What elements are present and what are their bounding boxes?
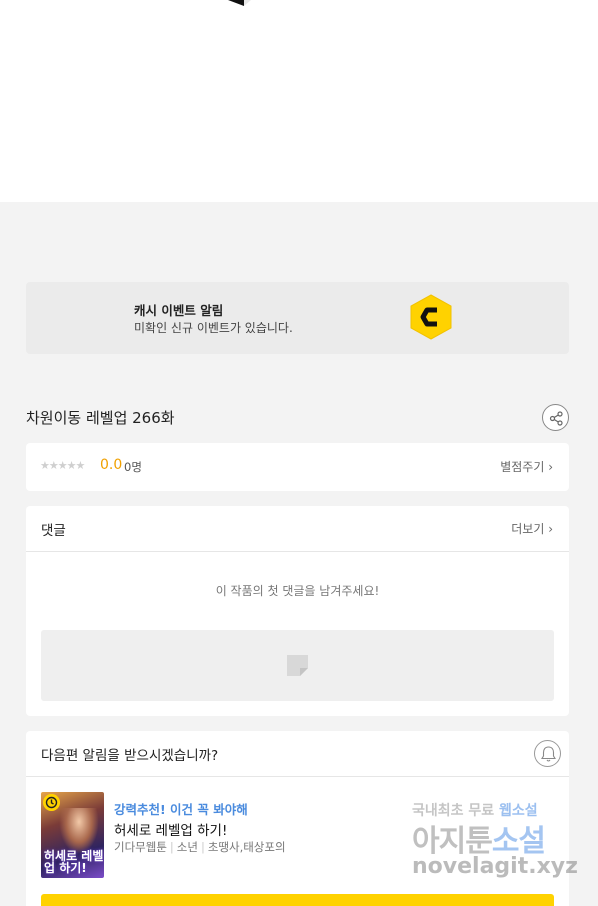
notify-bell-button[interactable] (534, 740, 561, 767)
event-description: 미확인 신규 이벤트가 있습니다. (134, 321, 293, 335)
cash-event-banner[interactable]: 캐시 이벤트 알림 미확인 신규 이벤트가 있습니다. (26, 282, 569, 354)
meta-authors: 초땡사,태상포의 (207, 840, 286, 854)
comment-header: 댓글 더보기 › (26, 506, 569, 552)
comment-more-link[interactable]: 더보기 › (511, 520, 553, 537)
comment-input[interactable] (41, 630, 554, 701)
comment-title: 댓글 (41, 523, 66, 539)
bell-icon (541, 746, 556, 762)
meta-genre: 소년 (176, 840, 198, 854)
thumbnail-title: 허세로 레벨업 하기! (44, 849, 104, 875)
recommendation-tagline: 강력추천! 이건 꼭 봐야해 (114, 802, 248, 817)
rating-score: 0.0 (100, 457, 123, 473)
notify-title: 다음편 알림을 받으시겠습니까? (41, 748, 219, 764)
notify-subscribe-button[interactable] (41, 894, 554, 906)
recommendation-thumbnail[interactable]: 허세로 레벨업 하기! (41, 792, 104, 878)
cube-icon (228, 0, 251, 6)
notify-header: 다음편 알림을 받으시겠습니까? (26, 731, 569, 777)
thumbnail-artwork (59, 808, 99, 854)
event-title: 캐시 이벤트 알림 (134, 303, 224, 318)
recommendation-title[interactable]: 허세로 레벨업 하기! (114, 819, 227, 839)
comment-card: 댓글 더보기 › 이 작품의 첫 댓글을 남겨주세요! (26, 506, 569, 716)
rating-card: ★★★★★ 0.0 0명 별점주기 › (26, 443, 569, 491)
episode-title: 차원이동 레벨업 266화 (26, 409, 175, 427)
memo-icon (287, 655, 308, 676)
meta-category: 기다무웹툰 (114, 840, 167, 854)
next-episode-notify-card: 다음편 알림을 받으시겠습니까? 허세로 레벨업 하기! 강력추천! 이건 꼭 … (26, 731, 569, 906)
recommendation-meta: 기다무웹툰 | 소년 | 초땡사,태상포의 (114, 840, 286, 854)
rate-button[interactable]: 별점주기 › (500, 458, 553, 475)
cash-coin-icon (410, 294, 452, 340)
rating-stars: ★★★★★ (40, 459, 85, 472)
rating-count: 0명 (124, 460, 142, 474)
share-button[interactable] (542, 404, 569, 431)
comment-empty-message: 이 작품의 첫 댓글을 남겨주세요! (215, 584, 380, 598)
clock-badge-icon (43, 794, 60, 811)
viewer-end-area (0, 0, 598, 202)
share-icon (549, 411, 563, 426)
